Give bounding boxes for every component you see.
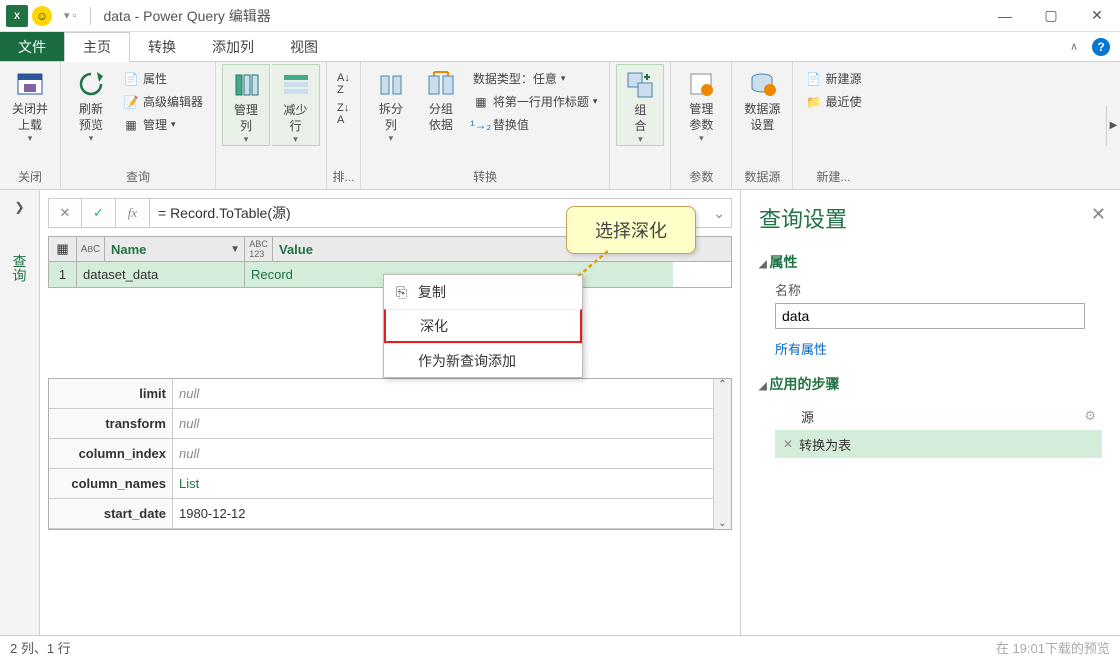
tab-addcolumn[interactable]: 添加列: [194, 32, 272, 61]
refresh-preview-button[interactable]: 刷新 预览 ▾: [67, 64, 115, 144]
combine-button[interactable]: 组 合 ▾: [616, 64, 664, 146]
filter-dropdown-icon[interactable]: ▼: [230, 244, 240, 255]
queries-nav-label: 查询: [10, 254, 30, 282]
reduce-rows-button[interactable]: 减少 行 ▾: [272, 64, 320, 146]
recent-source-button[interactable]: 📁最近使: [801, 91, 865, 112]
group-label-sort: 排...: [331, 166, 356, 189]
group-label-datasource: 数据源: [738, 166, 786, 189]
all-properties-link[interactable]: 所有属性: [775, 339, 827, 358]
copy-icon: ⎘: [396, 284, 418, 301]
split-column-button[interactable]: 拆分 列 ▾: [367, 64, 415, 144]
rec-val: null: [173, 409, 731, 438]
preview-scrollbar[interactable]: ⌃⌄: [713, 379, 731, 529]
close-panel-icon[interactable]: ✕: [1091, 204, 1106, 225]
record-preview: limitnull transformnull column_indexnull…: [48, 378, 732, 530]
rec-val: null: [173, 379, 731, 408]
rec-key: column_names: [49, 469, 173, 498]
manage-columns-button[interactable]: 管理 列 ▾: [222, 64, 270, 146]
gear-icon[interactable]: ⚙: [1084, 408, 1096, 424]
close-button[interactable]: ✕: [1074, 0, 1120, 32]
delete-step-icon[interactable]: ✕: [783, 437, 793, 451]
settings-title: 查询设置: [759, 202, 1102, 234]
column-header-name[interactable]: Name▼: [105, 237, 245, 261]
group-label-close: 关闭: [6, 166, 54, 189]
step-to-table[interactable]: ✕转换为表: [775, 430, 1102, 458]
maximize-button[interactable]: ▢: [1028, 0, 1074, 32]
formula-dropdown-icon[interactable]: ⌄: [713, 205, 725, 222]
tab-home[interactable]: 主页: [64, 32, 130, 62]
tab-view[interactable]: 视图: [272, 32, 336, 61]
row-index: 1: [49, 262, 77, 287]
group-label-transform: 转换: [367, 166, 604, 189]
rec-val[interactable]: List: [173, 469, 731, 498]
advanced-editor-button[interactable]: 📝高级编辑器: [119, 91, 207, 112]
col-type-icon[interactable]: ABC: [77, 237, 105, 261]
rec-val: 1980-12-12: [173, 499, 731, 528]
group-label-query: 查询: [67, 166, 209, 189]
name-label: 名称: [775, 280, 1102, 299]
tab-file[interactable]: 文件: [0, 32, 64, 61]
rec-key: transform: [49, 409, 173, 438]
rec-key: column_index: [49, 439, 173, 468]
annotation-callout: 选择深化: [566, 206, 696, 254]
expand-nav-icon[interactable]: ❯: [14, 200, 24, 214]
rec-key: limit: [49, 379, 173, 408]
title-bar: X ☺ ▾ ▫ data - Power Query 编辑器 — ▢ ✕: [0, 0, 1120, 32]
step-source[interactable]: 源⚙: [775, 402, 1102, 430]
group-by-button[interactable]: 分组 依据: [417, 64, 465, 133]
qat-dropdown-icon[interactable]: ▾ ▫: [64, 9, 76, 22]
rec-val: null: [173, 439, 731, 468]
minimize-button[interactable]: —: [982, 0, 1028, 32]
commit-formula-icon[interactable]: ✓: [82, 198, 116, 228]
tab-transform[interactable]: 转换: [130, 32, 194, 61]
window-title: data - Power Query 编辑器: [103, 6, 270, 26]
query-settings-panel: ✕ 查询设置 属性 名称 所有属性 应用的步骤 源⚙ ✕转换为表: [740, 190, 1120, 635]
new-source-button[interactable]: 📄新建源: [801, 68, 865, 89]
status-rowcount: 2 列、1 行: [10, 638, 71, 657]
context-menu: ⎘复制 深化 作为新查询添加: [383, 274, 583, 378]
collapse-ribbon-icon[interactable]: ∧: [1070, 40, 1078, 53]
ctx-drill-down[interactable]: 深化: [384, 309, 582, 343]
data-source-settings-button[interactable]: 数据源 设置: [738, 64, 786, 133]
query-name-input[interactable]: [775, 303, 1085, 329]
fx-icon[interactable]: fx: [116, 198, 150, 228]
app-icon: X: [6, 5, 28, 27]
status-bar: 2 列、1 行 在 19:01下载的预览: [0, 635, 1120, 659]
ribbon-scroll-right[interactable]: ▶: [1106, 106, 1120, 146]
select-all-icon[interactable]: ▦: [49, 237, 77, 261]
cell-name[interactable]: dataset_data: [77, 262, 245, 287]
sort-asc-button[interactable]: A↓Z: [333, 70, 354, 98]
sort-desc-button[interactable]: Z↓A: [333, 100, 354, 128]
rec-key: start_date: [49, 499, 173, 528]
replace-values-button[interactable]: ¹→₂替换值: [469, 114, 602, 135]
first-row-header-button[interactable]: ▦将第一行用作标题 ▾: [469, 91, 602, 112]
help-icon[interactable]: ?: [1092, 38, 1110, 56]
ctx-add-as-query[interactable]: 作为新查询添加: [384, 343, 582, 377]
data-type-button[interactable]: 数据类型：任意 ▾: [469, 68, 602, 89]
group-label-newquery: 新建...: [799, 166, 867, 189]
properties-button[interactable]: 📄属性: [119, 68, 207, 89]
ctx-copy[interactable]: ⎘复制: [384, 275, 582, 309]
ribbon: 关闭并 上载 ▾ 关闭 刷新 预览 ▾ 📄属性 📝高级编辑器 ▦管理 ▾ 查询: [0, 62, 1120, 190]
close-load-button[interactable]: 关闭并 上载 ▾: [6, 64, 54, 144]
manage-params-button[interactable]: 管理 参数 ▾: [677, 64, 725, 144]
manage-button[interactable]: ▦管理 ▾: [119, 114, 207, 135]
col-type-icon-2[interactable]: ABC123: [245, 237, 273, 261]
section-properties[interactable]: 属性: [759, 252, 1102, 272]
smiley-icon: ☺: [32, 6, 52, 26]
ribbon-tabs: 文件 主页 转换 添加列 视图 ∧ ?: [0, 32, 1120, 62]
section-steps[interactable]: 应用的步骤: [759, 374, 1102, 394]
cancel-formula-icon[interactable]: ✕: [48, 198, 82, 228]
queries-nav-panel: ❯ 查询: [0, 190, 40, 635]
status-preview-time: 在 19:01下载的预览: [996, 638, 1110, 657]
group-label-params: 参数: [677, 166, 725, 189]
